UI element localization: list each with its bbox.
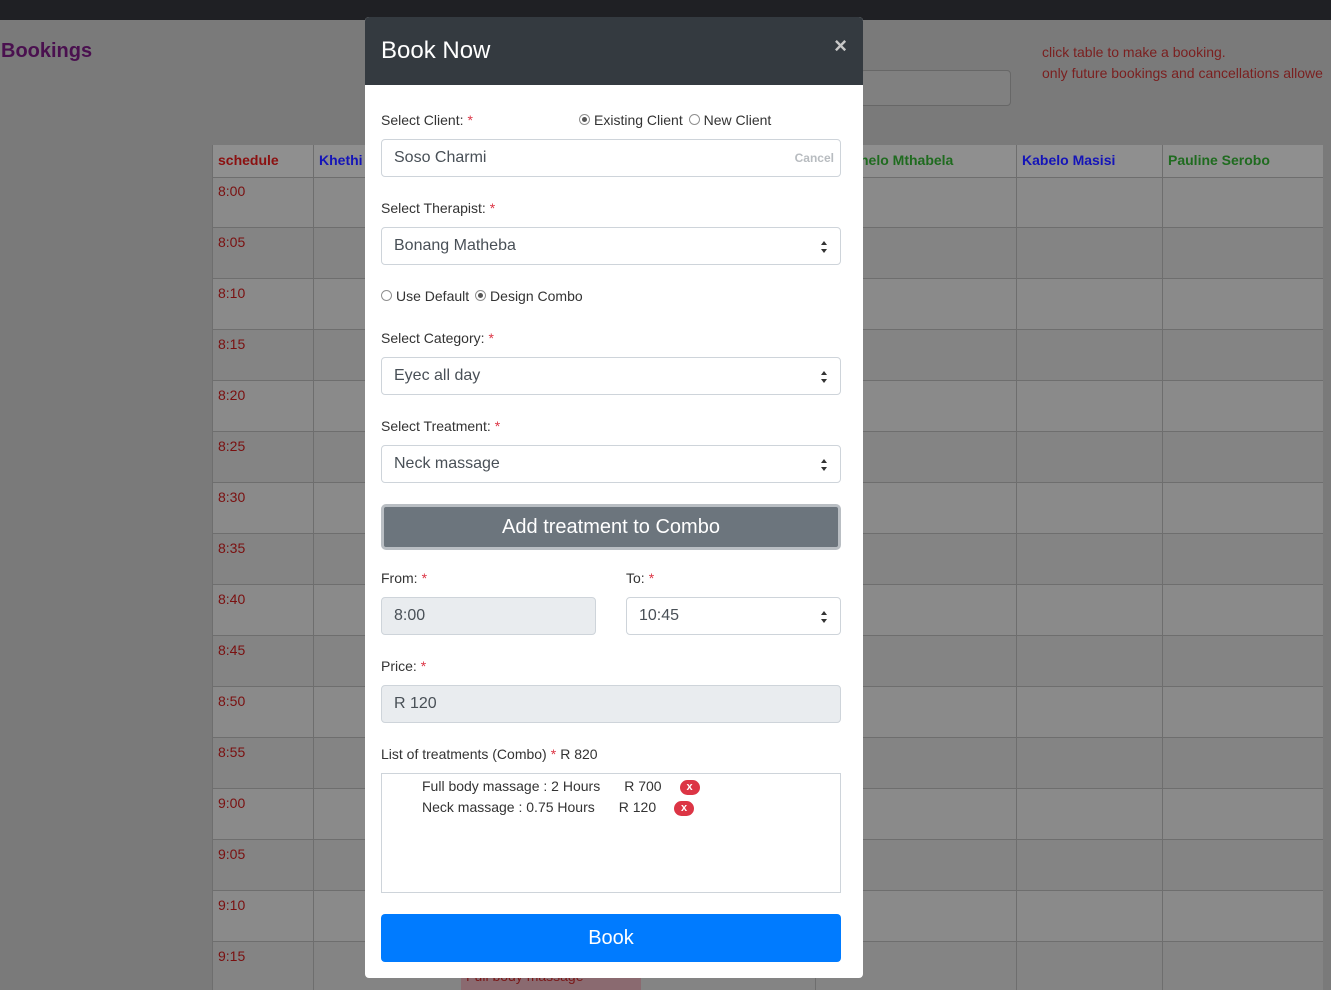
column-divider [1016, 145, 1017, 990]
price-label-text: Price: [381, 658, 417, 674]
new-client-label[interactable]: New Client [704, 112, 772, 128]
time-label: 8:05 [218, 234, 246, 250]
client-search-input[interactable]: Soso Charmi Cancel [381, 139, 841, 177]
close-icon[interactable]: × [834, 33, 847, 59]
time-label: 8:40 [218, 591, 246, 607]
select-arrows-icon [821, 241, 827, 253]
combo-label: List of treatments (Combo) * R 820 [381, 746, 598, 762]
select-arrows-icon [821, 459, 827, 471]
required-marker: * [467, 112, 473, 128]
column-divider [313, 145, 314, 990]
required-marker: * [489, 200, 496, 216]
therapist-select[interactable]: Bonang Matheba [381, 227, 841, 265]
select-arrows-icon [821, 371, 827, 383]
from-value: 8:00 [394, 607, 426, 624]
time-label: 8:15 [218, 336, 246, 352]
background-search-input[interactable] [860, 70, 1011, 106]
combo-item: Neck massage : 0.75 Hours R 120 x [422, 799, 695, 816]
new-client-radio[interactable] [688, 113, 700, 125]
required-marker: * [421, 570, 428, 586]
combo-item-text: Neck massage : 0.75 Hours [422, 799, 595, 815]
therapist-value: Bonang Matheba [394, 237, 516, 254]
required-marker: * [494, 418, 501, 434]
add-treatment-to-combo-button[interactable]: Add treatment to Combo [381, 504, 841, 550]
column-divider [1162, 145, 1163, 990]
to-label-text: To: [626, 570, 645, 586]
time-label: 9:05 [218, 846, 246, 862]
time-label: 8:30 [218, 489, 246, 505]
required-marker: * [420, 658, 427, 674]
category-label-text: Select Category: [381, 330, 485, 346]
combo-item-text: Full body massage : 2 Hours [422, 778, 601, 794]
select-arrows-icon [821, 611, 827, 623]
combo-label-text: List of treatments (Combo) [381, 746, 547, 762]
client-label-text: Select Client: [381, 112, 464, 128]
time-label: 8:45 [218, 642, 246, 658]
time-label: 8:55 [218, 744, 246, 760]
time-label: 9:00 [218, 795, 246, 811]
design-combo-label[interactable]: Design Combo [490, 288, 583, 304]
use-default-radio[interactable] [381, 289, 392, 301]
remove-item-icon[interactable]: x [674, 800, 695, 816]
from-time-input[interactable]: 8:00 [381, 597, 596, 635]
time-label: 8:50 [218, 693, 246, 709]
booking-mode-radio-group: Use Default Design Combo [381, 288, 583, 304]
combo-item: Full body massage : 2 Hours R 700 x [422, 778, 700, 795]
price-value: R 120 [394, 695, 437, 712]
existing-client-label[interactable]: Existing Client [594, 112, 683, 128]
category-value: Eyec all day [394, 367, 481, 384]
required-marker: * [648, 570, 655, 586]
to-value: 10:45 [639, 607, 680, 624]
note-line: only future bookings and cancellations a… [1042, 65, 1323, 81]
price-input[interactable]: R 120 [381, 685, 841, 723]
book-button[interactable]: Book [381, 914, 841, 962]
book-now-modal: Book Now × Select Client: * Existing Clie… [365, 17, 863, 978]
category-select[interactable]: Eyec all day [381, 357, 841, 395]
design-combo-radio[interactable] [475, 289, 487, 301]
client-label: Select Client: * [381, 112, 473, 128]
to-time-select[interactable]: 10:45 [626, 597, 841, 635]
time-label: 9:15 [218, 948, 246, 964]
client-type-radio-group: Existing Client New Client [579, 112, 771, 128]
therapist-label-text: Select Therapist: [381, 200, 486, 216]
therapist-column-header: Pauline Serobo [1168, 152, 1270, 168]
modal-header: Book Now × [365, 17, 863, 85]
required-marker: * [488, 330, 494, 346]
price-label: Price: * [381, 658, 426, 674]
time-label: 8:10 [218, 285, 246, 301]
treatment-label-text: Select Treatment: [381, 418, 491, 434]
combo-item-price: R 700 [624, 778, 662, 794]
use-default-label[interactable]: Use Default [396, 288, 469, 304]
combo-total: R 820 [560, 746, 598, 762]
to-label: To: * [626, 570, 654, 586]
time-label: 8:25 [218, 438, 246, 454]
cancel-client-link[interactable]: Cancel [795, 140, 834, 176]
remove-item-icon[interactable]: x [679, 779, 700, 795]
time-label: 9:10 [218, 897, 246, 913]
required-marker: * [550, 746, 557, 762]
note-line: click table to make a booking. [1042, 44, 1226, 60]
therapist-column-header: Kabelo Masisi [1022, 152, 1116, 168]
combo-item-price: R 120 [618, 799, 657, 815]
time-label: 8:20 [218, 387, 246, 403]
treatment-select[interactable]: Neck massage [381, 445, 841, 483]
schedule-header-label: schedule [218, 152, 279, 168]
therapist-label: Select Therapist: * [381, 200, 495, 216]
instructions-note: click table to make a booking. only futu… [1042, 42, 1323, 84]
therapist-column-header: helo Mthabela [860, 152, 954, 168]
time-label: 8:00 [218, 183, 246, 199]
category-label: Select Category: * [381, 330, 494, 346]
combo-treatment-list: Full body massage : 2 Hours R 700 x Neck m… [381, 773, 841, 893]
page-title: Bookings [1, 40, 93, 62]
therapist-column-header: Khethi [319, 152, 363, 168]
treatment-value: Neck massage [394, 455, 500, 472]
existing-client-radio[interactable] [579, 113, 590, 125]
from-label-text: From: [381, 570, 418, 586]
from-label: From: * [381, 570, 427, 586]
modal-title: Book Now [381, 37, 491, 64]
time-label: 8:35 [218, 540, 246, 556]
client-value: Soso Charmi [394, 149, 487, 166]
treatment-label: Select Treatment: * [381, 418, 500, 434]
